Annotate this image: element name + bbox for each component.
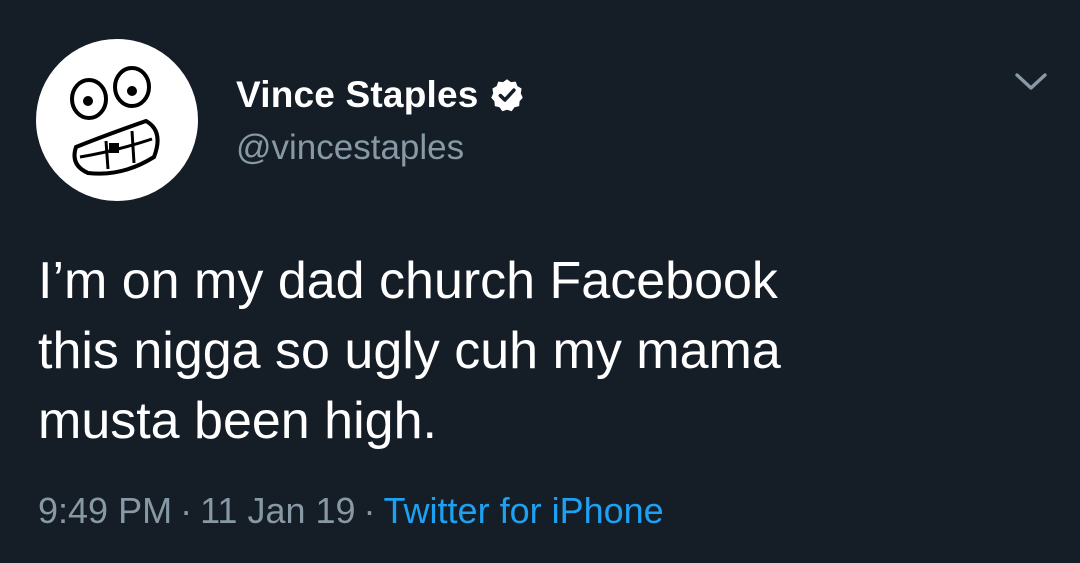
tweet-text-line: I’m on my dad church Facebook (38, 252, 778, 310)
tweet-source-link[interactable]: Twitter for iPhone (384, 490, 664, 531)
tweet-date[interactable]: 11 Jan 19 (200, 490, 355, 531)
avatar-smiley-icon (70, 66, 160, 176)
tweet-text-line: musta been high. (38, 392, 437, 450)
tweet-card: Vince Staples @vincestaples I’m on my da… (0, 0, 1080, 563)
meta-separator: · (363, 490, 376, 531)
tweet-text-line: this nigga so ugly cuh my mama (38, 322, 781, 380)
meta-separator: · (180, 490, 193, 531)
tweet-time[interactable]: 9:49 PM (38, 490, 172, 531)
verified-badge-icon (489, 77, 525, 113)
avatar[interactable] (36, 39, 198, 201)
author-handle[interactable]: @vincestaples (236, 126, 464, 170)
tweet-meta: 9:49 PM · 11 Jan 19 · Twitter for iPhone (38, 488, 664, 534)
author-display-name[interactable]: Vince Staples (236, 74, 479, 116)
tweet-text: I’m on my dad church Facebook this nigga… (38, 246, 1038, 456)
author-name-row[interactable]: Vince Staples (236, 72, 525, 118)
chevron-down-icon[interactable] (1014, 70, 1048, 94)
